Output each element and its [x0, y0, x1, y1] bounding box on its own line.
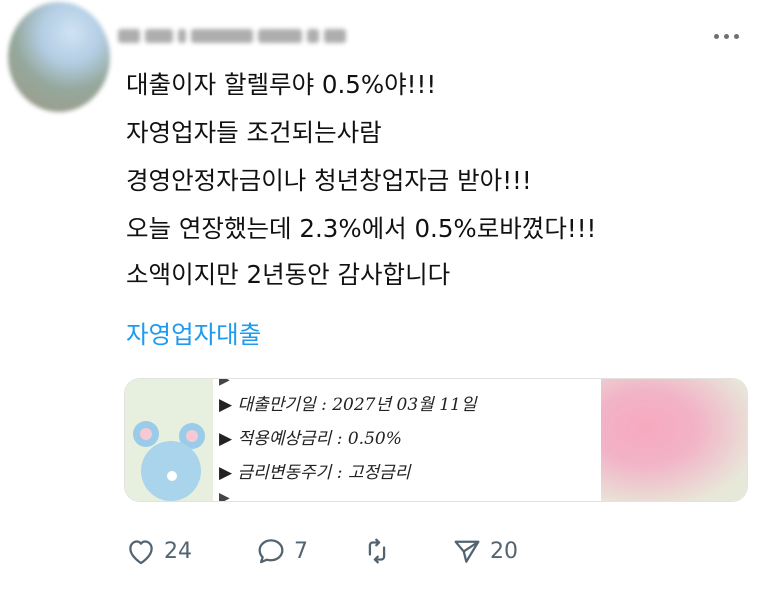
media-carousel[interactable]: ▶ ▶ 대출만기일 : 2027년 03월 11일 ▶ 적용예상금리 : 0.5…: [124, 378, 748, 502]
post-text-line-2: 자영업자들 조건되는사람: [126, 118, 382, 147]
username-blurred[interactable]: [118, 24, 346, 48]
repost-icon: [368, 538, 386, 564]
reply-count: 7: [294, 538, 308, 564]
heart-icon: [129, 540, 153, 565]
mascot-illustration: [131, 419, 215, 501]
share-count: 20: [490, 538, 518, 564]
post-card: 대출이자 할렐루야 0.5%야!!! 자영업자들 조건되는사람 경영안정자금이나…: [0, 0, 773, 592]
share-button[interactable]: 20: [450, 532, 518, 570]
action-bar: 24 7 20: [124, 532, 544, 570]
like-count: 24: [164, 538, 192, 564]
ellipsis-icon: [713, 33, 719, 39]
post-text-line-4: 오늘 연장했는데 2.3%에서 0.5%로바꼈다!!!: [126, 214, 597, 243]
doc-line-cut-bottom: ▶: [219, 490, 239, 502]
like-button[interactable]: 24: [124, 532, 192, 570]
post-text-line-1: 대출이자 할렐루야 0.5%야!!!: [126, 70, 437, 99]
doc-line-rate: ▶ 적용예상금리 : 0.50%: [219, 429, 402, 449]
post-text-line-3: 경영안정자금이나 청년창업자금 받아!!!: [126, 166, 532, 195]
more-options-button[interactable]: [700, 24, 752, 48]
avatar[interactable]: [8, 2, 110, 112]
speech-bubble-icon: [258, 539, 284, 564]
doc-line-cut-top: ▶: [219, 378, 350, 388]
doc-line-rate-type: ▶ 금리변동주기 : 고정금리: [219, 463, 411, 483]
send-icon: [454, 540, 480, 563]
media-document-image[interactable]: ▶ ▶ 대출만기일 : 2027년 03월 11일 ▶ 적용예상금리 : 0.5…: [213, 379, 601, 501]
reply-button[interactable]: 7: [254, 532, 308, 570]
media-thumbnail-left[interactable]: [125, 379, 213, 501]
doc-line-maturity: ▶ 대출만기일 : 2027년 03월 11일: [219, 395, 477, 415]
media-thumbnail-right[interactable]: [601, 379, 747, 501]
post-text-line-5: 소액이지만 2년동안 감사합니다: [126, 260, 451, 289]
repost-button[interactable]: [360, 532, 400, 570]
hashtag-link[interactable]: 자영업자대출: [126, 320, 261, 349]
